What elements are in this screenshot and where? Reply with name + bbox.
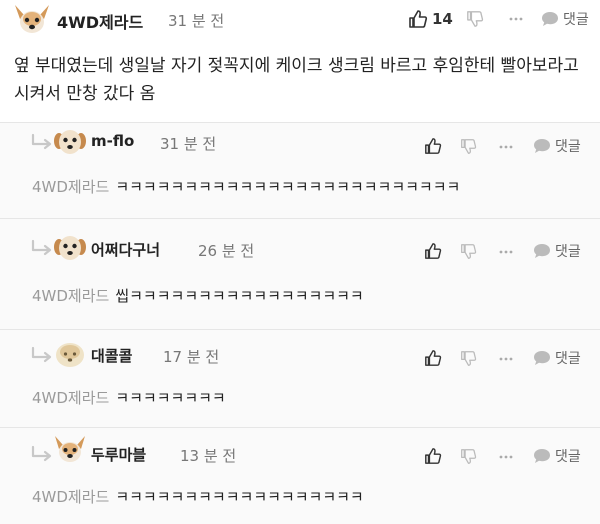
like-button[interactable]: 14	[408, 9, 453, 29]
reply-label: 댓글	[563, 12, 589, 28]
reply-button[interactable]: 댓글	[540, 9, 589, 29]
reply-button[interactable]: 댓글	[532, 348, 581, 368]
reply-text: ㅋㅋㅋㅋㅋㅋㅋㅋㅋㅋㅋㅋㅋㅋㅋㅋㅋㅋㅋㅋㅋㅋㅋㅋㅋ	[115, 178, 461, 196]
reply-author[interactable]: 대콜콜	[91, 345, 132, 366]
reply-button[interactable]: 댓글	[532, 136, 581, 156]
reply-text: 씹ㅋㅋㅋㅋㅋㅋㅋㅋㅋㅋㅋㅋㅋㅋㅋㅋㅋ	[115, 287, 364, 305]
thumbs-down-icon[interactable]	[460, 448, 477, 465]
reply-timestamp: 31 분 전	[160, 135, 217, 153]
speech-bubble-icon	[542, 12, 558, 26]
speech-bubble-icon	[534, 449, 550, 463]
reply-timestamp: 13 분 전	[180, 447, 237, 465]
more-dots-icon[interactable]	[497, 350, 515, 368]
thumbs-up-icon[interactable]	[424, 447, 442, 465]
comment-timestamp: 31 분 전	[168, 12, 225, 30]
main-comment: 4WD제라드 31 분 전 14 댓글 옆 부대였는데 생일날 자기 젖꼭지에 …	[0, 0, 600, 118]
reply-author[interactable]: 어쩌다구너	[91, 239, 160, 260]
reply-body: 4WD제라드 ㅋㅋㅋㅋㅋㅋㅋㅋ	[32, 387, 226, 408]
reply-item: 두루마블 13 분 전 댓글 4WD제라드 ㅋㅋㅋㅋㅋㅋㅋㅋㅋㅋㅋㅋㅋㅋㅋㅋㅋㅋ	[0, 427, 600, 524]
more-dots-icon[interactable]	[497, 448, 515, 466]
mention-tag[interactable]: 4WD제라드	[32, 178, 109, 196]
reply-author[interactable]: m-flo	[91, 132, 134, 150]
thumbs-down-icon[interactable]	[460, 243, 477, 260]
reply-text: ㅋㅋㅋㅋㅋㅋㅋㅋㅋㅋㅋㅋㅋㅋㅋㅋㅋㅋ	[115, 488, 364, 506]
more-dots-icon[interactable]	[497, 243, 515, 261]
speech-bubble-icon	[534, 139, 550, 153]
reply-timestamp: 26 분 전	[198, 242, 255, 260]
dog-avatar-icon[interactable]	[12, 3, 52, 37]
reply-button[interactable]: 댓글	[532, 446, 581, 466]
reply-timestamp: 17 분 전	[163, 348, 220, 366]
reply-button[interactable]: 댓글	[532, 241, 581, 261]
reply-label: 댓글	[555, 449, 581, 465]
reply-item: 어쩌다구너 26 분 전 댓글 4WD제라드 씹ㅋㅋㅋㅋㅋㅋㅋㅋㅋㅋㅋㅋㅋㅋㅋㅋㅋ	[0, 218, 600, 329]
dog-avatar-icon[interactable]	[53, 127, 87, 157]
comment-author[interactable]: 4WD제라드	[57, 9, 143, 33]
reply-item: m-flo 31 분 전 댓글 4WD제라드 ㅋㅋㅋㅋㅋㅋㅋㅋㅋㅋㅋㅋㅋㅋㅋㅋㅋㅋ…	[0, 122, 600, 218]
more-button[interactable]	[507, 10, 525, 28]
comment-actions: 14 댓글	[390, 0, 600, 38]
reply-item: 대콜콜 17 분 전 댓글 4WD제라드 ㅋㅋㅋㅋㅋㅋㅋㅋ	[0, 329, 600, 427]
dog-avatar-icon[interactable]	[53, 340, 87, 370]
speech-bubble-icon	[534, 244, 550, 258]
reply-text: ㅋㅋㅋㅋㅋㅋㅋㅋ	[115, 389, 226, 407]
more-dots-icon	[509, 17, 523, 21]
mention-tag[interactable]: 4WD제라드	[32, 389, 109, 407]
dislike-button[interactable]	[466, 10, 484, 28]
reply-label: 댓글	[555, 139, 581, 155]
dog-avatar-icon[interactable]	[53, 434, 87, 464]
thumbs-up-icon[interactable]	[424, 349, 442, 367]
speech-bubble-icon	[534, 351, 550, 365]
reply-label: 댓글	[555, 244, 581, 260]
thumbs-up-icon[interactable]	[424, 137, 442, 155]
comment-body: 옆 부대였는데 생일날 자기 젖꼭지에 케이크 생크림 바르고 후임한테 빨아보…	[14, 56, 579, 104]
thumbs-down-icon[interactable]	[460, 138, 477, 155]
mention-tag[interactable]: 4WD제라드	[32, 287, 109, 305]
thumbs-down-icon[interactable]	[460, 350, 477, 367]
thumbs-down-icon	[467, 11, 484, 27]
reply-author[interactable]: 두루마블	[91, 444, 146, 465]
thumbs-up-icon[interactable]	[424, 242, 442, 260]
mention-tag[interactable]: 4WD제라드	[32, 488, 109, 506]
reply-label: 댓글	[555, 351, 581, 367]
reply-body: 4WD제라드 ㅋㅋㅋㅋㅋㅋㅋㅋㅋㅋㅋㅋㅋㅋㅋㅋㅋㅋㅋㅋㅋㅋㅋㅋㅋ	[32, 176, 460, 197]
thumbs-up-icon	[409, 10, 428, 28]
reply-body: 4WD제라드 씹ㅋㅋㅋㅋㅋㅋㅋㅋㅋㅋㅋㅋㅋㅋㅋㅋㅋ	[32, 285, 364, 306]
reply-body: 4WD제라드 ㅋㅋㅋㅋㅋㅋㅋㅋㅋㅋㅋㅋㅋㅋㅋㅋㅋㅋ	[32, 486, 364, 507]
like-count: 14	[432, 10, 453, 28]
more-dots-icon[interactable]	[497, 138, 515, 156]
dog-avatar-icon[interactable]	[53, 233, 87, 263]
